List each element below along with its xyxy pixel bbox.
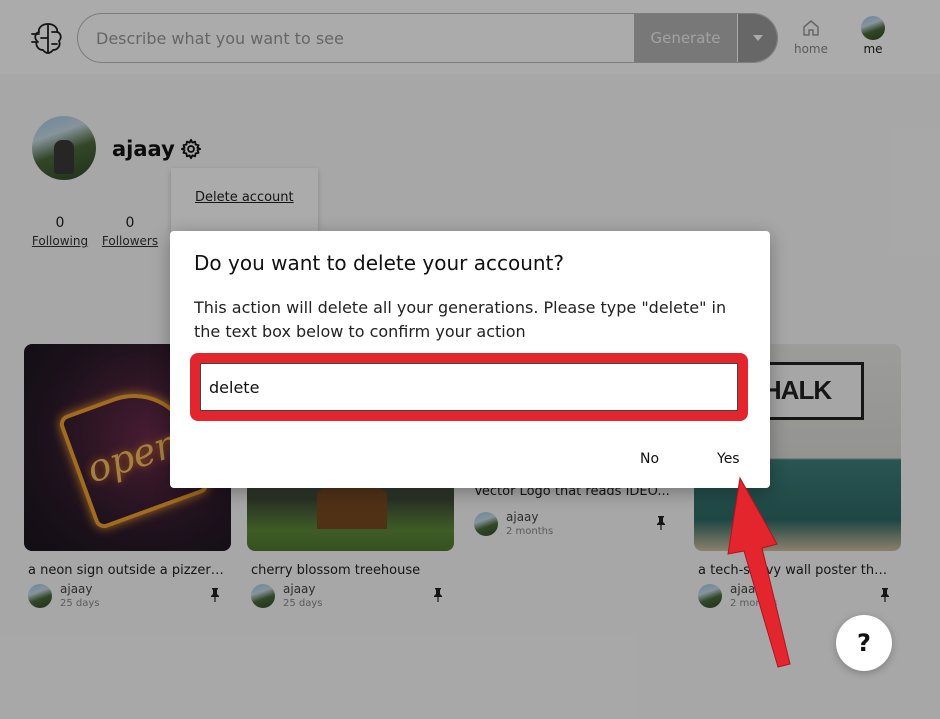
help-button[interactable]: ? [836, 615, 892, 671]
confirm-delete-input[interactable] [200, 363, 738, 411]
confirm-input-highlight [190, 353, 748, 421]
delete-account-dialog: Do you want to delete your account? This… [170, 231, 770, 488]
dialog-message: This action will delete all your generat… [194, 298, 727, 341]
yes-button[interactable]: Yes [717, 451, 740, 467]
no-button[interactable]: No [640, 451, 659, 467]
dialog-title: Do you want to delete your account? [194, 251, 565, 275]
